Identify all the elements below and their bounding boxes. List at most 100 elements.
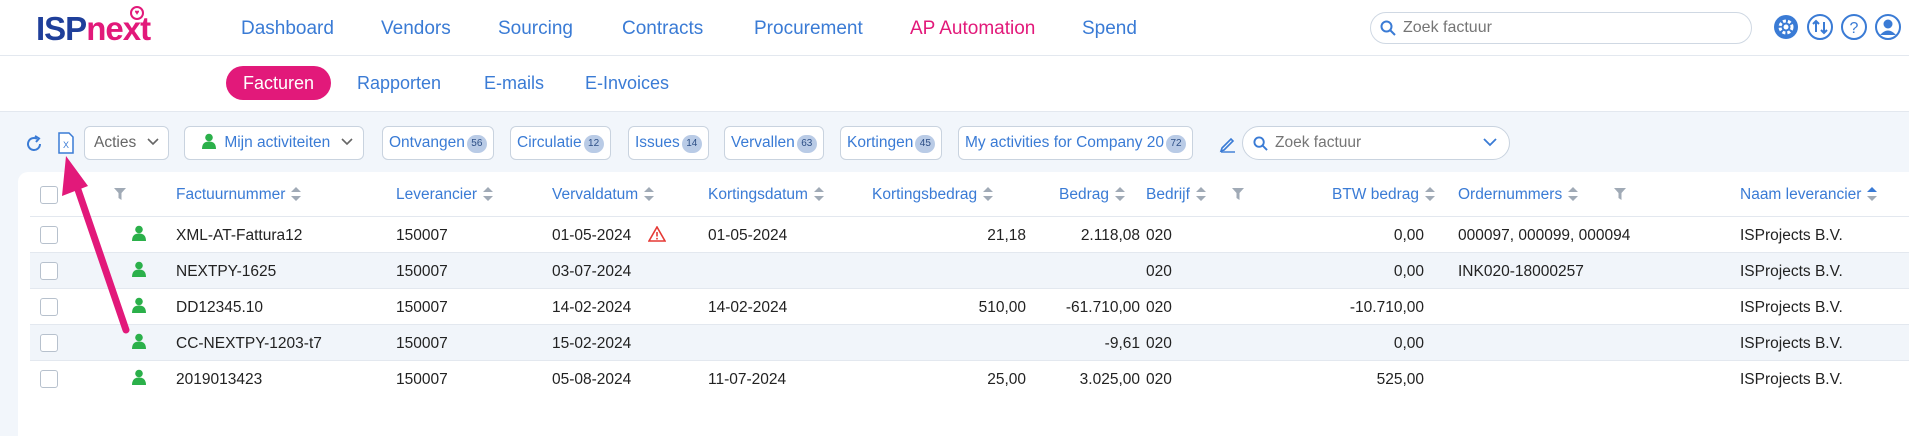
cell-factuurnummer[interactable]: XML-AT-Fattura12 — [176, 227, 302, 245]
tab-e-invoices[interactable]: E-Invoices — [585, 66, 669, 100]
cell-kortingsdatum: 14-02-2024 — [708, 299, 788, 316]
cell-factuurnummer[interactable]: 2019013423 — [176, 371, 262, 389]
toolbar-search-box[interactable] — [1242, 126, 1510, 160]
top-search-input[interactable] — [1403, 17, 1733, 39]
cell-bedrijf: 020 — [1146, 299, 1172, 316]
cell-vervaldatum: 01-05-2024 — [552, 227, 632, 244]
chevron-down-icon[interactable] — [1483, 138, 1497, 147]
tab-e-mails[interactable]: E-mails — [484, 66, 544, 100]
sort-icon — [813, 187, 824, 201]
filter-vervallen[interactable]: Vervallen 63 — [724, 126, 824, 160]
filter-funnel-icon[interactable] — [1614, 188, 1626, 200]
cell-bedrijf: 020 — [1146, 371, 1172, 388]
cell-naam-leverancier: ISProjects B.V. — [1740, 371, 1843, 388]
table-row[interactable]: DD12345.10 150007 14-02-2024 14-02-2024 … — [30, 288, 1909, 324]
header-ordernummers[interactable]: Ordernummers — [1458, 186, 1579, 204]
user-icon[interactable] — [1874, 13, 1902, 41]
nav-vendors[interactable]: Vendors — [381, 18, 451, 40]
nav-spend[interactable]: Spend — [1082, 18, 1137, 40]
header-label: Bedrag — [1059, 186, 1109, 203]
refresh-icon[interactable] — [24, 134, 44, 154]
mijn-activiteiten-dropdown[interactable]: Mijn activiteiten — [184, 126, 364, 160]
count-badge: 45 — [915, 135, 936, 153]
header-naam-leverancier[interactable]: Naam leverancier — [1740, 186, 1878, 204]
cell-btw-bedrag: 0,00 — [1393, 335, 1424, 352]
row-checkbox[interactable] — [40, 298, 58, 316]
toolbar-search-input[interactable] — [1275, 132, 1465, 154]
filter-issues[interactable]: Issues 14 — [628, 126, 709, 160]
top-icon-group: ? — [1772, 13, 1902, 41]
cell-vervaldatum: 15-02-2024 — [552, 335, 632, 352]
filter-label: My activities for Company 20 — [965, 134, 1164, 151]
tab-rapporten[interactable]: Rapporten — [357, 66, 441, 100]
header-factuurnummer[interactable]: Factuurnummer — [176, 186, 302, 204]
help-icon[interactable]: ? — [1840, 13, 1868, 41]
filter-label: Ontvangen — [389, 134, 465, 151]
header-label: Kortingsdatum — [708, 186, 808, 203]
filter-funnel-icon[interactable] — [1232, 188, 1244, 200]
sort-icon — [644, 187, 655, 201]
search-icon — [1253, 136, 1268, 151]
row-checkbox[interactable] — [40, 334, 58, 352]
table-row[interactable]: CC-NEXTPY-1203-t7 150007 15-02-2024 -9,6… — [30, 324, 1909, 360]
table-row[interactable]: 2019013423 150007 05-08-2024 11-07-2024 … — [30, 360, 1909, 396]
header-kortingsbedrag[interactable]: Kortingsbedrag — [872, 186, 994, 204]
sort-icon — [1425, 187, 1436, 201]
cell-btw-bedrag: 0,00 — [1393, 227, 1424, 244]
header-label: Vervaldatum — [552, 186, 639, 203]
cell-btw-bedrag: 525,00 — [1376, 371, 1424, 388]
nav-dashboard[interactable]: Dashboard — [241, 18, 334, 40]
count-badge: 14 — [681, 135, 702, 153]
row-checkbox[interactable] — [40, 370, 58, 388]
transfer-icon[interactable] — [1806, 13, 1834, 41]
table-row[interactable]: XML-AT-Fattura12 150007 01-05-2024 01-05… — [30, 216, 1909, 252]
row-checkbox[interactable] — [40, 262, 58, 280]
cell-leverancier: 150007 — [396, 299, 448, 316]
user-green-icon — [202, 133, 216, 149]
sort-icon — [1568, 187, 1579, 201]
cell-factuurnummer[interactable]: CC-NEXTPY-1203-t7 — [176, 335, 322, 353]
acties-dropdown[interactable]: Acties — [84, 126, 169, 160]
header-label: Ordernummers — [1458, 186, 1563, 203]
header-bedrag[interactable]: Bedrag — [1059, 186, 1125, 204]
filter-my-activities-company-20[interactable]: My activities for Company 20 72 — [958, 126, 1193, 160]
filter-funnel-icon[interactable] — [114, 188, 126, 200]
cell-naam-leverancier: ISProjects B.V. — [1740, 227, 1843, 244]
table-row[interactable]: NEXTPY-1625 150007 03-07-2024 020 0,00 I… — [30, 252, 1909, 288]
filter-kortingen[interactable]: Kortingen 45 — [840, 126, 943, 160]
excel-export-icon[interactable]: X — [58, 132, 74, 154]
cell-vervaldatum: 03-07-2024 — [552, 263, 632, 280]
cell-bedrag: -9,61 — [1104, 335, 1140, 352]
filter-circulatie[interactable]: Circulatie 12 — [510, 126, 611, 160]
header-label: Factuurnummer — [176, 186, 286, 203]
header-leverancier[interactable]: Leverancier — [396, 186, 493, 204]
header-btw-bedrag[interactable]: BTW bedrag — [1332, 186, 1436, 204]
header-bedrijf[interactable]: Bedrijf — [1146, 186, 1206, 204]
header-kortingsdatum[interactable]: Kortingsdatum — [708, 186, 824, 204]
cell-naam-leverancier: ISProjects B.V. — [1740, 335, 1843, 352]
edit-pencil-icon[interactable] — [1219, 135, 1237, 153]
sort-icon — [1114, 187, 1125, 201]
nav-sourcing[interactable]: Sourcing — [498, 18, 573, 40]
select-all-checkbox[interactable] — [40, 186, 58, 204]
gear-icon[interactable] — [1772, 13, 1800, 41]
header-vervaldatum[interactable]: Vervaldatum — [552, 186, 655, 204]
nav-procurement[interactable]: Procurement — [754, 18, 863, 40]
header-label: Kortingsbedrag — [872, 186, 978, 203]
header-label: BTW bedrag — [1332, 186, 1420, 203]
logo-heart-icon: ♥ — [130, 6, 144, 20]
cell-vervaldatum: 14-02-2024 — [552, 299, 632, 316]
cell-naam-leverancier: ISProjects B.V. — [1740, 299, 1843, 316]
cell-kortingsbedrag: 510,00 — [978, 299, 1026, 316]
filter-ontvangen[interactable]: Ontvangen 56 — [382, 126, 494, 160]
nav-ap-automation[interactable]: AP Automation — [910, 18, 1035, 40]
cell-bedrag: 2.118,08 — [1080, 227, 1140, 244]
tab-facturen[interactable]: Facturen — [226, 66, 332, 100]
chevron-down-icon — [146, 138, 159, 146]
cell-bedrijf: 020 — [1146, 263, 1172, 280]
cell-factuurnummer[interactable]: NEXTPY-1625 — [176, 263, 276, 281]
row-checkbox[interactable] — [40, 226, 58, 244]
cell-factuurnummer[interactable]: DD12345.10 — [176, 299, 263, 317]
nav-contracts[interactable]: Contracts — [622, 18, 703, 40]
top-search-box[interactable] — [1370, 12, 1752, 44]
